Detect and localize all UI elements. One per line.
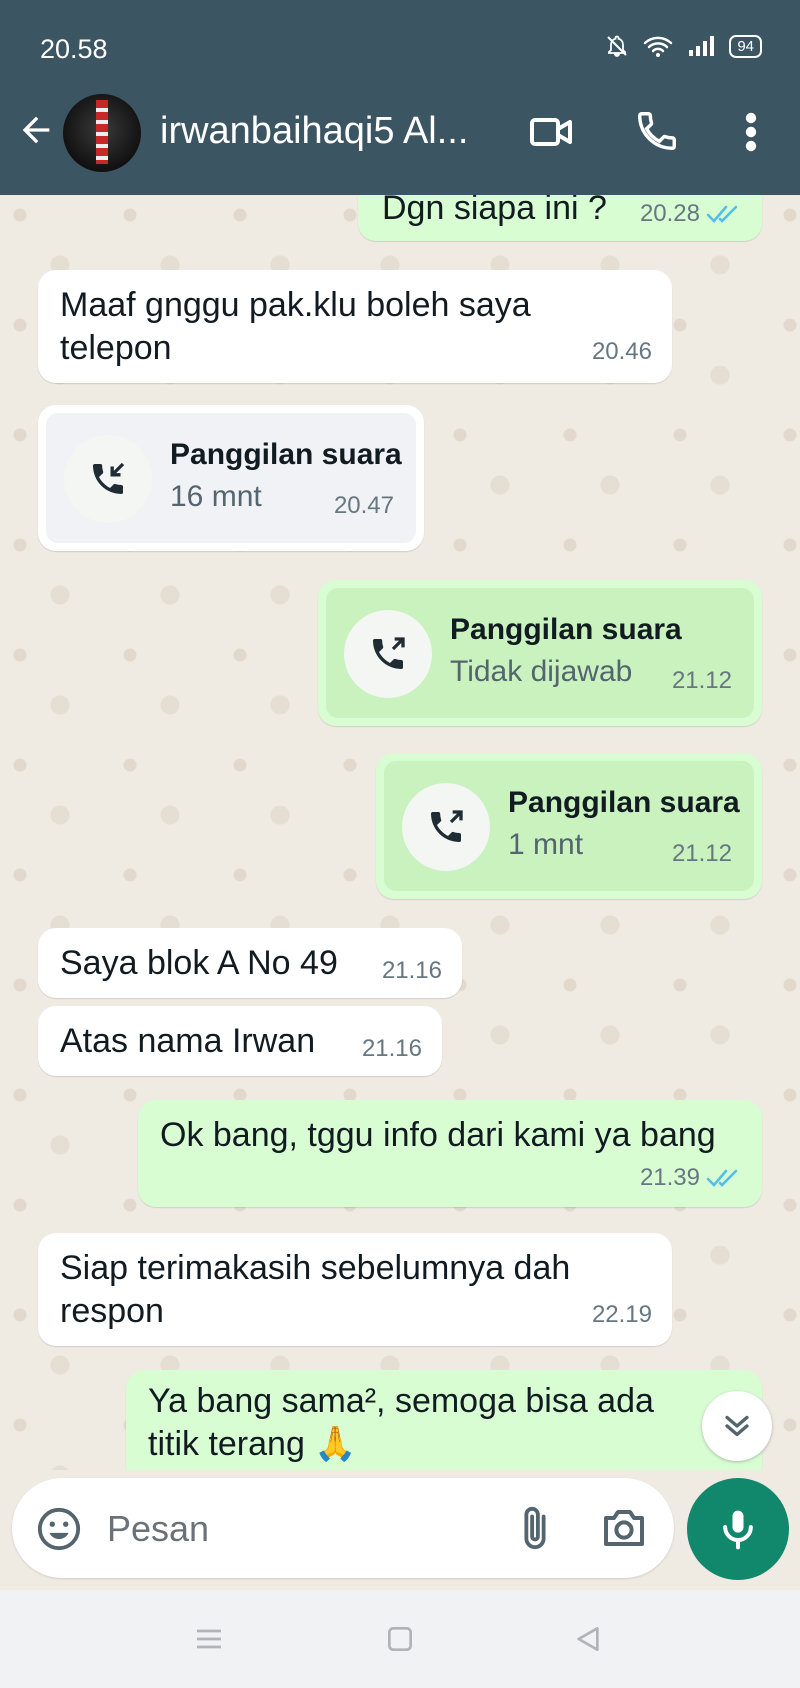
call-card: Panggilan suara 16 mnt 20.47 <box>46 413 416 543</box>
video-call-icon[interactable] <box>528 108 576 156</box>
message-meta: 20.46 <box>592 330 652 373</box>
message-incoming[interactable]: Maaf gnggu pak.klu boleh saya telepon 20… <box>38 270 672 383</box>
call-message-incoming[interactable]: Panggilan suara 16 mnt 20.47 <box>38 405 424 551</box>
outgoing-call-icon <box>373 637 405 669</box>
message-meta: 21.16 <box>382 949 442 992</box>
message-time: 21.16 <box>381 957 442 984</box>
avatar[interactable] <box>63 94 141 172</box>
back-arrow-icon[interactable] <box>16 110 56 150</box>
message-time: 22.19 <box>591 1301 652 1328</box>
battery-indicator: 94 <box>729 34 762 58</box>
menu-nav-icon[interactable] <box>192 1623 226 1655</box>
chat-header: irwanbaihaqi5 Al... <box>0 90 800 178</box>
call-title: Panggilan suara <box>170 438 402 471</box>
message-input[interactable]: Pesan <box>107 1508 209 1550</box>
more-vert-icon[interactable] <box>735 108 767 156</box>
chevron-double-down-icon <box>725 1415 749 1437</box>
call-message-outgoing[interactable]: Panggilan suara 1 mnt 21.12 <box>376 753 762 899</box>
message-text: Siap terimakasih sebelumnya dah respon <box>60 1249 571 1330</box>
emoji-icon[interactable] <box>36 1506 82 1552</box>
double-check-icon <box>706 1169 738 1187</box>
double-check-icon <box>706 205 738 223</box>
message-meta: 21.39 <box>640 1156 742 1199</box>
voice-record-button[interactable] <box>687 1478 789 1580</box>
camera-icon[interactable] <box>600 1506 648 1550</box>
signal-icon <box>689 36 715 56</box>
message-time: 20.28 <box>639 200 700 227</box>
call-icon-circle <box>344 610 432 698</box>
message-time: 21.39 <box>639 1164 700 1191</box>
wifi-icon <box>644 36 673 57</box>
call-message-outgoing[interactable]: Panggilan suara Tidak dijawab 21.12 <box>318 580 762 726</box>
call-card: Panggilan suara 1 mnt 21.12 <box>384 761 754 891</box>
call-icon-circle <box>64 435 152 523</box>
message-meta: 22.19 <box>592 1293 652 1336</box>
scroll-to-bottom-button[interactable] <box>702 1391 772 1461</box>
message-outgoing[interactable]: Ok bang, tggu info dari kami ya bang 21.… <box>138 1100 762 1207</box>
message-time: 20.46 <box>591 338 652 365</box>
message-incoming[interactable]: Atas nama Irwan 21.16 <box>38 1006 442 1076</box>
message-outgoing[interactable]: Dgn siapa ini ? 20.28 <box>358 195 762 241</box>
incoming-call-icon <box>93 462 125 494</box>
message-text: Dgn siapa ini ? <box>382 195 607 227</box>
call-card: Panggilan suara Tidak dijawab 21.12 <box>326 588 754 718</box>
mic-icon <box>723 1510 753 1550</box>
message-time: 21.12 <box>671 667 732 694</box>
message-meta: 20.28 <box>640 195 742 235</box>
call-icon-circle <box>402 783 490 871</box>
message-time: 21.16 <box>361 1035 422 1062</box>
message-incoming[interactable]: Saya blok A No 49 21.16 <box>38 928 462 998</box>
call-title: Panggilan suara <box>450 613 682 646</box>
back-nav-icon[interactable] <box>572 1623 604 1655</box>
phone-icon[interactable] <box>634 108 680 154</box>
message-time: 21.12 <box>671 840 732 867</box>
message-text: Maaf gnggu pak.klu boleh saya telepon <box>60 286 531 367</box>
call-duration: 1 mnt <box>508 828 584 861</box>
message-composer[interactable]: Pesan <box>12 1478 674 1578</box>
chat-area[interactable]: Dgn siapa ini ? 20.28 Maaf gnggu pak.klu… <box>0 195 800 1470</box>
system-navigation-bar <box>0 1590 800 1688</box>
outgoing-call-icon <box>431 810 463 842</box>
app-header: 20.58 94 irwanbaihaqi5 Al... <box>0 0 800 195</box>
call-duration: 16 mnt <box>170 480 262 513</box>
message-outgoing[interactable]: Ya bang sama², semoga bisa ada titik ter… <box>126 1370 762 1470</box>
home-nav-icon[interactable] <box>384 1623 416 1655</box>
message-meta: 21.16 <box>362 1027 422 1070</box>
contact-name[interactable]: irwanbaihaqi5 Al... <box>160 110 495 153</box>
message-incoming[interactable]: Siap terimakasih sebelumnya dah respon 2… <box>38 1233 672 1346</box>
call-title: Panggilan suara <box>508 786 740 819</box>
paperclip-icon[interactable] <box>512 1504 558 1552</box>
message-time: 20.47 <box>333 492 394 519</box>
message-text: Ya bang sama², semoga bisa ada titik ter… <box>148 1382 654 1463</box>
status-time: 20.58 <box>40 34 108 64</box>
bell-off-icon <box>607 35 628 57</box>
status-icons: 94 <box>605 34 762 58</box>
call-status: Tidak dijawab <box>450 655 633 688</box>
